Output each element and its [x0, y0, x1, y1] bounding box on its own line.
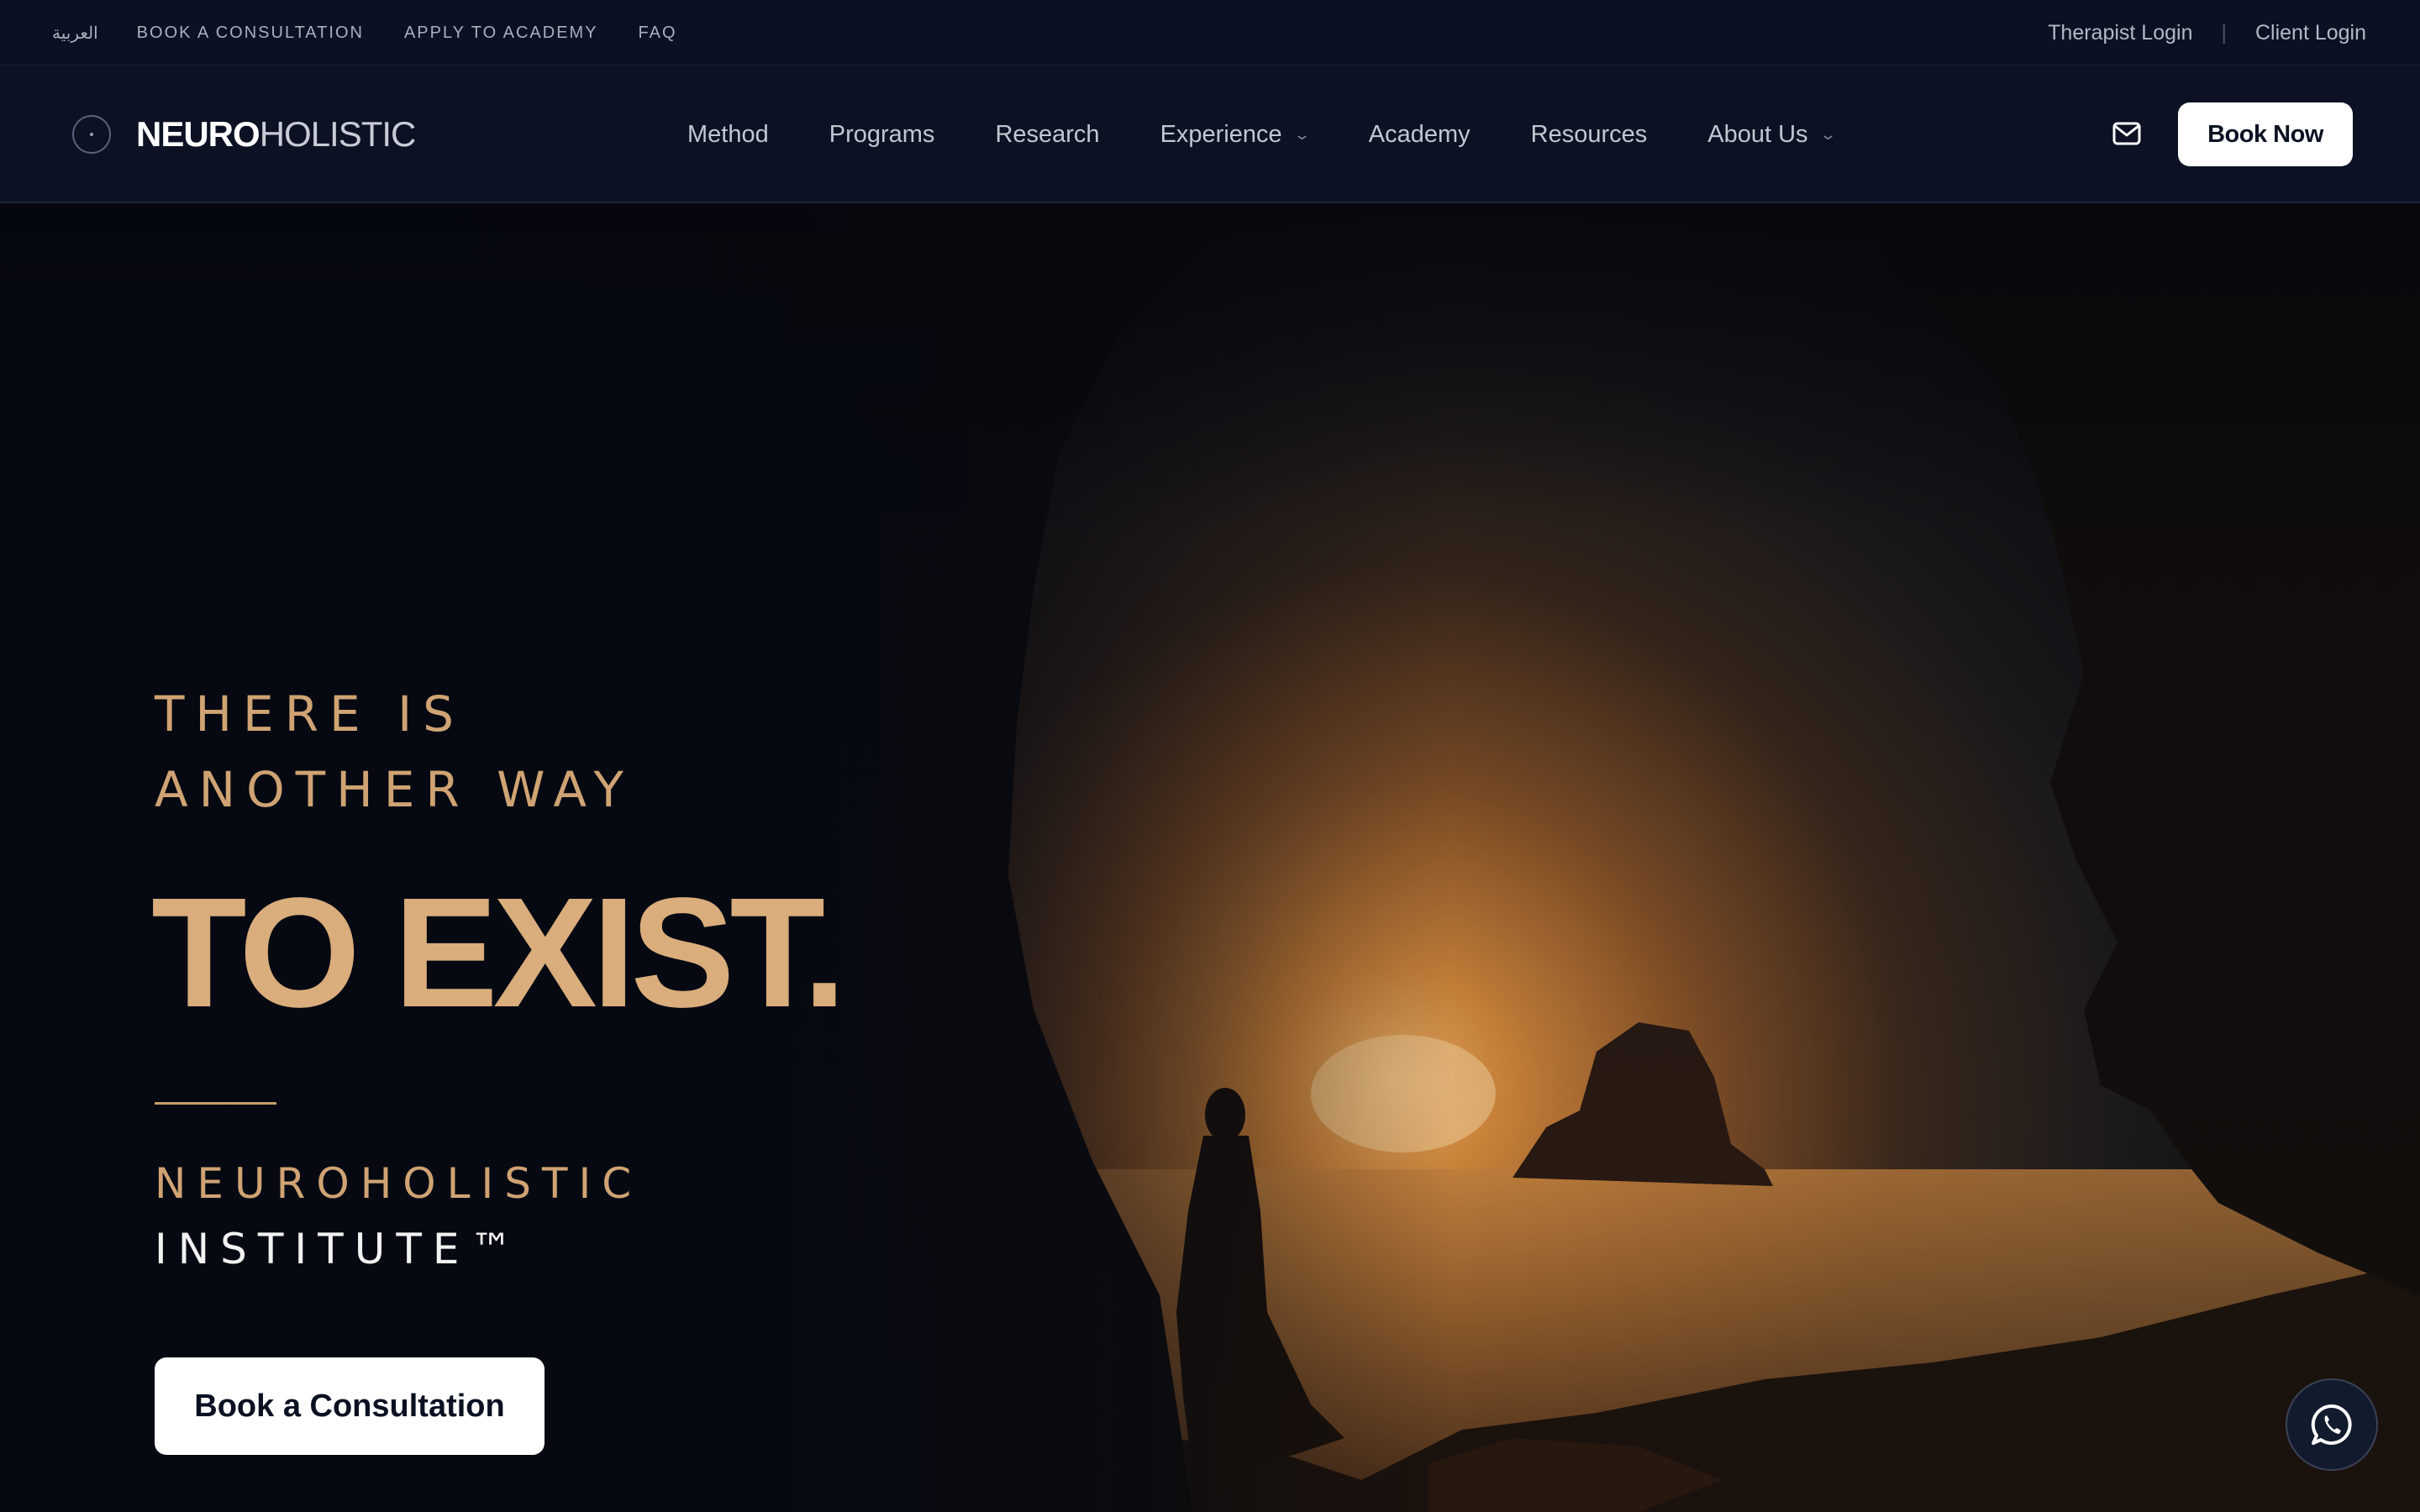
nav-item-academy[interactable]: Academy [1369, 121, 1470, 149]
book-now-button[interactable]: Book Now [2178, 102, 2353, 166]
login-separator: | [2221, 20, 2227, 45]
nav-item-research[interactable]: Research [995, 121, 1099, 149]
hero-eyebrow-line2: ANOTHER WAY [155, 761, 634, 818]
logo-circle-icon [72, 115, 111, 154]
book-consultation-button[interactable]: Book a Consultation [155, 1357, 544, 1455]
nav-item-experience[interactable]: Experience ⌄ [1160, 120, 1311, 149]
nav-item-label: Research [995, 120, 1100, 148]
faq-link[interactable]: FAQ [639, 24, 677, 43]
nav-item-label: Method [687, 120, 769, 148]
nav-menu: Method Programs Research Experience ⌄ Aca… [687, 66, 1895, 203]
main-navigation: NEUROHOLISTIC Method Programs Research E… [0, 66, 2420, 203]
nav-item-resources[interactable]: Resources [1531, 121, 1648, 149]
mail-icon[interactable] [2112, 121, 2141, 146]
logo-wordmark: NEUROHOLISTIC [136, 114, 417, 154]
chevron-down-icon: ⌄ [1818, 125, 1837, 143]
hero-section: THERE IS ANOTHER WAY TO EXIST. NEUROHOLI… [0, 203, 2420, 1512]
therapist-login-link[interactable]: Therapist Login [2048, 21, 2192, 45]
hero-divider [155, 1102, 276, 1105]
utility-bar: العربية BOOK A CONSULTATION APPLY TO ACA… [0, 0, 2420, 66]
hero-background-image [0, 203, 2420, 1512]
chevron-down-icon: ⌄ [1292, 125, 1311, 143]
logo-bold-text: NEURO [136, 114, 260, 154]
institute-name-line2: INSTITUTE™ [155, 1225, 523, 1273]
nav-item-method[interactable]: Method [687, 121, 769, 149]
login-links: Therapist Login | Client Login [2048, 0, 2366, 66]
apply-academy-link[interactable]: APPLY TO ACADEMY [404, 24, 598, 43]
language-arabic-link[interactable]: العربية [52, 23, 98, 44]
nav-item-label: Academy [1368, 120, 1470, 148]
institute-name-line1: NEUROHOLISTIC [155, 1159, 643, 1208]
hero-eyebrow-line1: THERE IS [155, 685, 465, 743]
hero-headline: TO EXIST. [151, 866, 846, 1040]
nav-item-label: Experience [1160, 120, 1282, 148]
book-consultation-link[interactable]: BOOK A CONSULTATION [137, 24, 364, 43]
nav-item-label: Programs [829, 120, 935, 148]
nav-item-programs[interactable]: Programs [829, 121, 935, 149]
logo-light-text: HOLISTIC [259, 114, 417, 154]
site-logo[interactable]: NEUROHOLISTIC [72, 66, 417, 203]
whatsapp-icon [2311, 1404, 2352, 1445]
whatsapp-button[interactable] [2286, 1378, 2378, 1471]
nav-item-about-us[interactable]: About Us ⌄ [1707, 120, 1836, 149]
client-login-link[interactable]: Client Login [2255, 21, 2366, 45]
nav-item-label: Resources [1530, 120, 1648, 148]
nav-item-label: About Us [1707, 120, 1808, 148]
utility-links: العربية BOOK A CONSULTATION APPLY TO ACA… [52, 0, 718, 66]
